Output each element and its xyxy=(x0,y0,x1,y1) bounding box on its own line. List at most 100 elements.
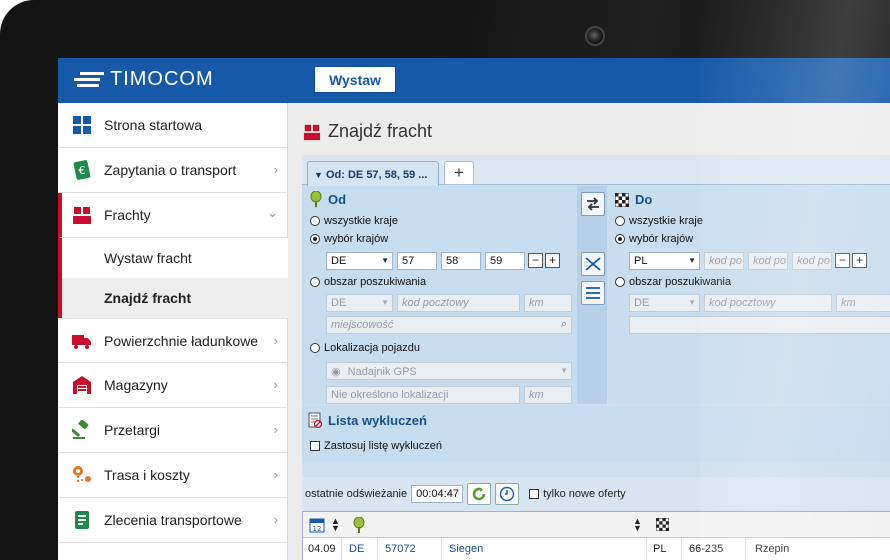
sort-icon[interactable]: ▲ ▼ xyxy=(633,517,642,533)
remove-zip-button[interactable]: − xyxy=(835,253,850,268)
sidebar-subitem-find-freight[interactable]: Znajdź fracht xyxy=(58,278,288,318)
from-vehicle-location-radio[interactable]: Lokalizacja pojazdu xyxy=(310,342,420,354)
sidebar-item-freights[interactable]: Frachty ⌄ xyxy=(58,193,288,238)
dashboard-icon xyxy=(73,116,91,134)
column-divider xyxy=(745,538,746,560)
from-area-zip-field[interactable]: kod pocztowy xyxy=(397,294,520,312)
clock-icon xyxy=(499,486,515,502)
freight-boxes-icon xyxy=(303,124,321,140)
apply-exclusion-checkbox[interactable]: Zastosuj listę wykluczeń xyxy=(310,440,442,452)
to-area-zip-field[interactable]: kod pocztowy xyxy=(704,294,832,312)
to-zip-field-2[interactable]: kod po xyxy=(748,252,788,270)
chevron-down-icon: ⌄ xyxy=(267,205,278,220)
swap-arrows-icon xyxy=(587,197,599,211)
checkbox-box xyxy=(529,489,540,499)
search-icon[interactable]: ⌕ xyxy=(561,318,567,331)
exclusion-list-icon xyxy=(308,412,322,428)
tab-search-from[interactable]: ▼ Od: DE 57, 58, 59 ... xyxy=(307,161,439,186)
sidebar-item-cargo-space[interactable]: Powierzchnie ładunkowe › xyxy=(58,318,288,363)
swap-direction-button[interactable] xyxy=(581,192,605,216)
radio-label: Lokalizacja pojazdu xyxy=(324,342,421,354)
calendar-day: 12 xyxy=(313,525,322,533)
sidebar-item-tenders[interactable]: Przetargi › xyxy=(58,408,288,453)
refresh-button[interactable] xyxy=(467,483,492,505)
to-search-area-radio[interactable]: obszar poszukiwania xyxy=(615,276,731,288)
to-city-field[interactable] xyxy=(629,316,890,334)
svg-text:€: € xyxy=(79,164,86,177)
from-area-country-select[interactable]: DE xyxy=(326,294,393,312)
sidebar-item-label: Trasa i koszty xyxy=(104,467,190,483)
radio-on xyxy=(310,234,320,244)
sidebar-subitem-publish-freight[interactable]: Wystaw fracht xyxy=(58,238,288,278)
search-panel: ▼ Od: DE 57, 58, 59 ... + Od wszystkie k… xyxy=(302,155,890,560)
to-country-select-radio[interactable]: wybór krajów xyxy=(615,233,693,245)
new-offers-checkbox[interactable]: tylko nowe oferty xyxy=(529,488,626,500)
radio-label: obszar poszukiwania xyxy=(629,276,732,288)
sidebar-item-label: Przetargi xyxy=(104,422,161,438)
from-country-select-radio[interactable]: wybór krajów xyxy=(310,233,388,245)
gps-source-select[interactable]: ◉ Nadajnik GPS xyxy=(326,362,572,380)
sidebar-item-route-costs[interactable]: Trasa i koszty › xyxy=(58,453,288,498)
add-zip-button[interactable]: + xyxy=(545,253,560,268)
to-area-km-field[interactable]: km xyxy=(836,294,890,312)
to-header: Do xyxy=(635,192,653,207)
column-divider xyxy=(681,538,682,560)
cross-search-button[interactable] xyxy=(581,252,605,276)
to-area-country-select[interactable]: DE xyxy=(629,294,700,312)
warehouse-icon xyxy=(73,376,91,394)
column-divider xyxy=(646,538,647,560)
row-date: 04.09 xyxy=(308,543,336,555)
radio-off xyxy=(310,216,320,226)
sidebar-item-start[interactable]: Strona startowa xyxy=(58,103,288,148)
to-zip-field-1[interactable]: kod po xyxy=(704,252,744,270)
gps-km-field[interactable]: km xyxy=(524,386,572,404)
page-header: Znajdź fracht xyxy=(302,121,432,142)
chevron-right-icon: › xyxy=(273,333,278,348)
sidebar-item-label: Magazyny xyxy=(104,377,168,393)
sidebar-item-label: Powierzchnie ładunkowe xyxy=(104,333,259,349)
row-to-city: Rzepin xyxy=(755,543,790,555)
brand-logo[interactable]: TIMOCOM xyxy=(74,68,214,91)
from-marker-icon xyxy=(310,191,322,207)
webcam xyxy=(585,26,605,46)
radio-off xyxy=(310,343,320,353)
add-zip-button[interactable]: + xyxy=(852,253,867,268)
sidebar-item-transport-requests[interactable]: € Zapytania o transport › xyxy=(58,148,288,193)
from-header: Od xyxy=(328,192,347,207)
row-to-country: PL xyxy=(653,543,667,555)
from-all-countries-radio[interactable]: wszystkie kraje xyxy=(310,215,398,227)
radio-label: wybór krajów xyxy=(324,233,389,245)
refresh-icon xyxy=(472,487,486,501)
from-zip-field-2[interactable]: 58 xyxy=(441,252,481,270)
refresh-time-field: 00:04:47 xyxy=(411,485,464,503)
from-zip-field-3[interactable]: 59 xyxy=(485,252,525,270)
column-divider xyxy=(341,538,342,560)
from-area-km-field[interactable]: km xyxy=(524,294,572,312)
chevron-right-icon: › xyxy=(273,467,278,482)
list-view-button[interactable] xyxy=(581,281,605,305)
tab-strip: ▼ Od: DE 57, 58, 59 ... + xyxy=(302,155,890,186)
checkbox-label: Zastosuj listę wykluczeń xyxy=(324,440,442,452)
to-country-select[interactable]: PL xyxy=(629,252,700,270)
to-zip-field-3[interactable]: kod po xyxy=(792,252,832,270)
row-from-zip: 57072 xyxy=(385,543,416,555)
sidebar-item-transport-orders[interactable]: Zlecenia transportowe › xyxy=(58,498,288,543)
sidebar-item-warehouses[interactable]: Magazyny › xyxy=(58,363,288,408)
publish-button[interactable]: Wystaw xyxy=(314,66,396,93)
add-tab-button[interactable]: + xyxy=(444,161,474,185)
refresh-label: ostatnie odświeżanie xyxy=(305,488,408,500)
from-zip-field-1[interactable]: 57 xyxy=(397,252,437,270)
table-row[interactable]: 04.09 DE 57072 Siegen PL 66-235 Rzepin xyxy=(303,538,890,560)
calendar-icon[interactable]: 12 xyxy=(309,516,325,533)
from-country-select[interactable]: DE xyxy=(326,252,393,270)
brand-name: TIMOCOM xyxy=(110,68,214,90)
radio-on xyxy=(615,234,625,244)
swap-toolbar xyxy=(577,186,607,404)
remove-zip-button[interactable]: − xyxy=(528,253,543,268)
auto-refresh-button[interactable] xyxy=(495,483,520,505)
euro-request-icon: € xyxy=(73,160,91,180)
from-search-area-radio[interactable]: obszar poszukiwania xyxy=(310,276,426,288)
sort-icon[interactable]: ▲ ▼ xyxy=(331,517,340,533)
from-city-field[interactable]: miejscowość ⌕ xyxy=(326,316,572,334)
to-all-countries-radio[interactable]: wszystkie kraje xyxy=(615,215,703,227)
